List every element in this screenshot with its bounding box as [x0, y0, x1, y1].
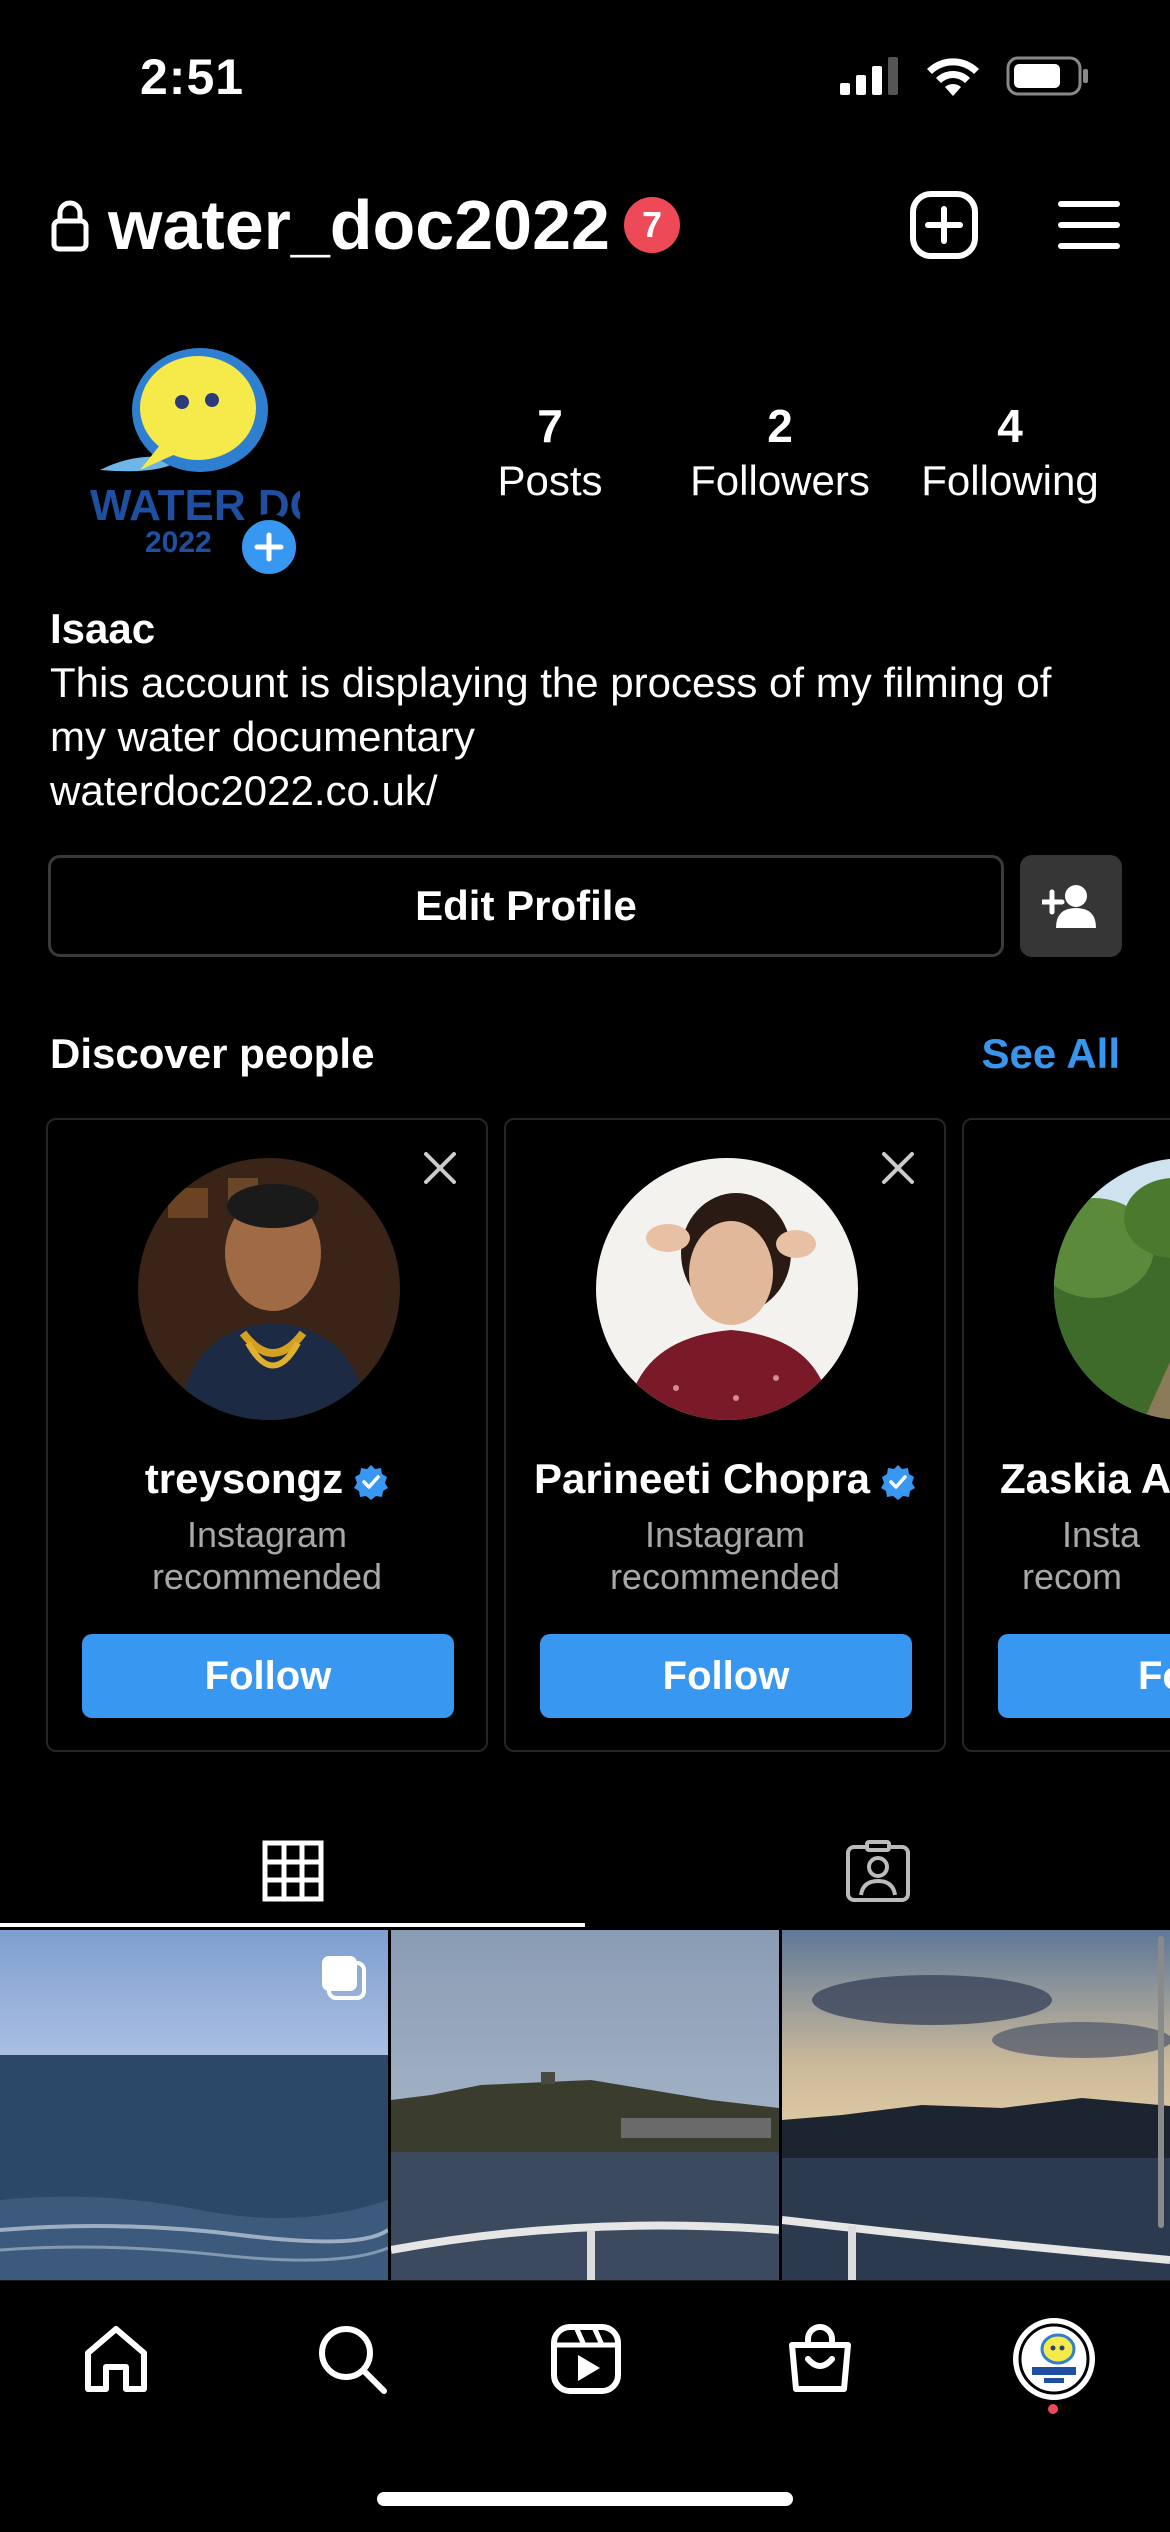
scrollbar[interactable]: [1158, 1936, 1164, 2228]
suggestion-avatar[interactable]: [1054, 1158, 1170, 1420]
see-all-link[interactable]: See All: [981, 1030, 1120, 1078]
tagged-icon: [845, 1840, 910, 1902]
profile-stats: 7 Posts 2 Followers 4 Following: [440, 400, 1120, 510]
followers-stat[interactable]: 2 Followers: [670, 400, 890, 510]
notification-badge: 7: [623, 197, 680, 253]
posts-count: 7: [537, 400, 563, 452]
post-thumbnail[interactable]: [391, 1930, 779, 2280]
suggestion-username: Zaskia A: [1000, 1455, 1170, 1502]
profile-tabs: [0, 1815, 1170, 1927]
home-icon: [85, 2326, 147, 2392]
edit-profile-button[interactable]: Edit Profile: [48, 855, 1004, 957]
suggestion-username: Parineeti Chopra: [533, 1455, 871, 1502]
lock-icon: [51, 200, 89, 252]
followers-count: 2: [767, 400, 793, 452]
profile-avatar-icon: [1013, 2318, 1095, 2400]
suggestion-avatar[interactable]: [596, 1158, 858, 1420]
reason-line-2: recommended: [609, 1556, 841, 1597]
suggestion-card: treysongz Instagram recommended Follow: [46, 1118, 488, 1752]
create-post-icon[interactable]: [910, 191, 978, 259]
tab-tagged[interactable]: [585, 1815, 1170, 1927]
profile-activity-dot: [1048, 2404, 1058, 2414]
post-thumbnail[interactable]: [0, 1930, 388, 2280]
status-time: 2:51: [140, 49, 245, 105]
suggestion-card: Zaskia A Insta recom Fo: [962, 1118, 1170, 1752]
discover-people-toggle[interactable]: [1020, 855, 1122, 957]
suggestion-name[interactable]: Zaskia A: [964, 1455, 1170, 1503]
discover-people-header: Discover people See All: [50, 1030, 1120, 1078]
close-icon[interactable]: [880, 1150, 916, 1186]
active-tab-indicator: [0, 1923, 585, 1927]
post-thumbnail[interactable]: [782, 1930, 1170, 2280]
status-icons: [840, 56, 1090, 96]
nav-reels[interactable]: [546, 2319, 626, 2399]
username-switcher[interactable]: water_doc2022: [108, 185, 610, 265]
nav-search[interactable]: [312, 2319, 392, 2399]
signal-icon: [840, 57, 898, 95]
suggestion-reason: Instagram recommended: [506, 1514, 944, 1598]
search-icon: [319, 2326, 387, 2394]
plus-icon: [254, 532, 284, 562]
bio-line-2: my water documentary: [50, 713, 475, 760]
verified-badge-icon: [354, 1464, 389, 1500]
profile-header: water_doc2022 7: [50, 180, 1120, 270]
headland-photo: [391, 1930, 779, 2280]
close-icon[interactable]: [422, 1150, 458, 1186]
battery-icon: [1006, 56, 1088, 96]
posts-stat[interactable]: 7 Posts: [440, 400, 660, 510]
bio-link[interactable]: waterdoc2022.co.uk/: [50, 764, 1130, 818]
add-story-button[interactable]: [236, 514, 302, 580]
follow-button[interactable]: Follow: [540, 1634, 912, 1718]
bottom-navigation: [0, 2280, 1170, 2432]
shop-icon: [789, 2324, 851, 2392]
person-photo: [596, 1158, 858, 1420]
following-stat[interactable]: 4 Following: [900, 400, 1120, 510]
posts-label: Posts: [497, 457, 603, 504]
follow-button[interactable]: Follow: [82, 1634, 454, 1718]
suggestion-reason: Insta recom: [964, 1514, 1170, 1598]
tab-posts-grid[interactable]: [0, 1815, 585, 1927]
person-photo: [138, 1158, 400, 1420]
nav-home[interactable]: [76, 2319, 156, 2399]
nav-profile[interactable]: [1012, 2317, 1096, 2401]
reason-line-2: recom: [1022, 1556, 1123, 1597]
add-user-icon: [1042, 885, 1096, 928]
reason-line-1: Insta: [1062, 1514, 1141, 1555]
verified-badge-icon: [881, 1464, 916, 1500]
reason-line-2: recommended: [151, 1556, 383, 1597]
suggestions-carousel[interactable]: treysongz Instagram recommended Follow P…: [46, 1118, 1170, 1752]
follow-button[interactable]: Fo: [998, 1634, 1170, 1718]
menu-icon[interactable]: [1058, 200, 1120, 250]
discover-title: Discover people: [50, 1030, 375, 1077]
display-name: Isaac: [50, 605, 156, 652]
suggestion-name[interactable]: treysongz: [48, 1455, 486, 1503]
suggestion-name[interactable]: Parineeti Chopra: [506, 1455, 944, 1503]
suggestion-reason: Instagram recommended: [48, 1514, 486, 1598]
logo-text-line2: 2022: [145, 526, 212, 559]
reason-line-1: Instagram: [186, 1514, 348, 1555]
reels-icon: [551, 2324, 621, 2394]
suggestion-username: treysongz: [144, 1455, 344, 1502]
following-count: 4: [997, 400, 1023, 452]
sunset-harbour-photo: [782, 1930, 1170, 2280]
followers-label: Followers: [690, 457, 870, 504]
wifi-icon: [927, 58, 979, 96]
suggestion-card: Parineeti Chopra Instagram recommended F…: [504, 1118, 946, 1752]
profile-actions: Edit Profile: [48, 855, 1122, 957]
following-label: Following: [921, 457, 1099, 504]
suggestion-avatar[interactable]: [138, 1158, 400, 1420]
reason-line-1: Instagram: [644, 1514, 806, 1555]
carousel-icon: [322, 1956, 366, 2000]
landscape-photo: [1054, 1158, 1170, 1420]
profile-bio: Isaac This account is displaying the pro…: [50, 602, 1130, 818]
posts-grid: [0, 1930, 1170, 2280]
bio-line-1: This account is displaying the process o…: [50, 659, 1052, 706]
grid-icon: [262, 1840, 323, 1902]
nav-shop[interactable]: [780, 2319, 860, 2399]
home-indicator[interactable]: [377, 2492, 793, 2506]
